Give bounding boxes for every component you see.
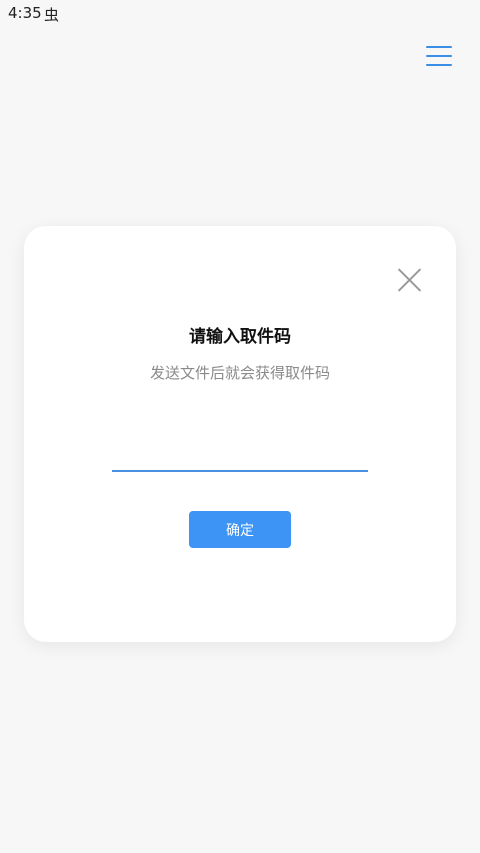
- dialog-title: 请输入取件码: [189, 327, 291, 347]
- pickup-code-input[interactable]: [112, 440, 368, 472]
- status-bar: 4:35 虫: [0, 0, 480, 28]
- status-time: 4:35: [8, 4, 42, 22]
- dialog-subtitle: 发送文件后就会获得取件码: [149, 364, 330, 382]
- pickup-code-dialog: 请输入取件码 发送文件后就会获得取件码 确定: [24, 226, 456, 642]
- menu-bar: [426, 64, 452, 66]
- hamburger-menu-icon[interactable]: [424, 44, 454, 70]
- confirm-button[interactable]: 确定: [189, 511, 291, 548]
- menu-bar: [426, 55, 452, 57]
- menu-bar: [426, 46, 452, 48]
- close-icon[interactable]: [396, 266, 424, 294]
- bug-icon: 虫: [44, 6, 60, 24]
